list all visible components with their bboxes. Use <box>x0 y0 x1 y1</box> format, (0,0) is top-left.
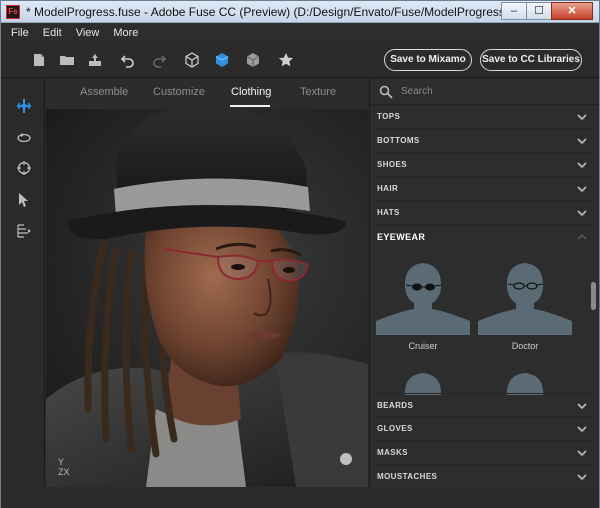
panel-scrollbar[interactable] <box>590 242 598 402</box>
wireframe-cube-icon[interactable] <box>182 50 202 70</box>
eyewear-label-cruiser: Cruiser <box>408 341 438 351</box>
category-beards[interactable]: BEARDS <box>370 393 592 417</box>
category-moustaches[interactable]: MOUSTACHES <box>370 465 592 487</box>
category-bottoms[interactable]: BOTTOMS <box>370 129 592 153</box>
category-label: GLOVES <box>377 424 413 433</box>
maximize-button[interactable]: ☐ <box>526 2 552 20</box>
search-input[interactable] <box>401 86 581 97</box>
chevron-down-icon <box>577 114 587 121</box>
3d-viewport[interactable]: Y ZX <box>46 109 368 487</box>
menu-view[interactable]: View <box>69 27 107 39</box>
bust-silhouette <box>376 263 470 335</box>
category-hats[interactable]: HATS <box>370 201 592 225</box>
textured-cube-icon[interactable] <box>243 50 263 70</box>
axis-zx-label: ZX <box>58 467 70 477</box>
tab-assemble[interactable]: Assemble <box>80 86 128 98</box>
open-folder-icon[interactable] <box>57 50 77 70</box>
category-label: EYEWEAR <box>377 232 426 242</box>
status-strip <box>1 487 599 508</box>
search-bar <box>370 79 599 105</box>
title-bar: Fs * ModelProgress.fuse - Adobe Fuse CC … <box>1 1 599 23</box>
chevron-down-icon <box>577 162 587 169</box>
category-label: HATS <box>377 208 400 217</box>
star-icon[interactable] <box>276 50 296 70</box>
axis-y-label: Y <box>58 457 65 467</box>
export-icon[interactable] <box>85 50 105 70</box>
solid-cube-icon[interactable] <box>212 50 232 70</box>
mode-tabs: Assemble Customize Clothing Texture <box>46 79 368 109</box>
toolbar: Save to Mixamo Save to CC Libraries <box>1 42 599 78</box>
chevron-down-icon <box>577 474 587 481</box>
menu-edit[interactable]: Edit <box>36 27 69 39</box>
bust-silhouette <box>478 263 572 335</box>
character-model <box>46 109 368 487</box>
menu-bar: File Edit View More <box>1 23 599 42</box>
eyewear-thumb-cruiser[interactable] <box>376 259 470 335</box>
save-to-cc-libraries-button[interactable]: Save to CC Libraries <box>480 49 582 71</box>
menu-file[interactable]: File <box>1 27 36 39</box>
clothing-panel: TOPS BOTTOMS SHOES HAIR HATS EYEWEAR <box>369 79 599 487</box>
category-label: SHOES <box>377 160 408 169</box>
move-tool-icon[interactable] <box>15 97 33 115</box>
category-label: BEARDS <box>377 400 414 410</box>
bust-silhouette <box>506 373 544 395</box>
new-file-icon[interactable] <box>29 50 49 70</box>
eyewear-thumb-partial[interactable] <box>376 373 470 395</box>
chevron-down-icon <box>577 210 587 217</box>
category-label: HAIR <box>377 184 399 193</box>
category-label: MASKS <box>377 448 408 457</box>
axis-gizmo: Y ZX <box>58 457 70 477</box>
category-gloves[interactable]: GLOVES <box>370 417 592 441</box>
bust-silhouette <box>404 373 442 395</box>
tab-clothing[interactable]: Clothing <box>231 86 271 98</box>
category-label: MOUSTACHES <box>377 472 438 481</box>
minimize-button[interactable]: – <box>501 2 527 20</box>
chevron-down-icon <box>577 426 587 433</box>
active-tab-indicator <box>230 105 270 107</box>
tab-customize[interactable]: Customize <box>153 86 205 98</box>
save-to-mixamo-button[interactable]: Save to Mixamo <box>384 49 472 71</box>
category-tops[interactable]: TOPS <box>370 105 592 129</box>
app-window: Fs * ModelProgress.fuse - Adobe Fuse CC … <box>0 0 600 508</box>
undo-icon[interactable] <box>118 50 138 70</box>
eyewear-thumb-doctor[interactable] <box>478 259 572 335</box>
category-masks[interactable]: MASKS <box>370 441 592 465</box>
tool-rail <box>1 79 45 487</box>
window-controls: – ☐ ✕ <box>501 2 593 20</box>
category-shoes[interactable]: SHOES <box>370 153 592 177</box>
chevron-down-icon <box>577 186 587 193</box>
category-eyewear[interactable]: EYEWEAR <box>370 225 592 249</box>
target-tool-icon[interactable] <box>15 159 33 177</box>
chevron-down-icon <box>577 450 587 457</box>
transform-tool-icon[interactable] <box>15 222 33 240</box>
eyewear-label-doctor: Doctor <box>511 341 539 351</box>
chevron-down-icon <box>577 403 587 410</box>
select-arrow-icon[interactable] <box>15 191 33 209</box>
tab-texture[interactable]: Texture <box>300 86 336 98</box>
scrollbar-thumb[interactable] <box>591 282 596 310</box>
category-label: BOTTOMS <box>377 136 420 145</box>
menu-more[interactable]: More <box>106 27 145 39</box>
orbit-tool-icon[interactable] <box>15 129 33 147</box>
redo-icon[interactable] <box>149 50 169 70</box>
close-button[interactable]: ✕ <box>551 2 593 20</box>
chevron-up-icon <box>577 233 587 240</box>
fuse-app-icon: Fs <box>6 4 20 19</box>
category-label: TOPS <box>377 112 401 121</box>
eyewear-thumb-partial[interactable] <box>478 373 572 395</box>
window-title: * ModelProgress.fuse - Adobe Fuse CC (Pr… <box>26 4 535 19</box>
category-hair[interactable]: HAIR <box>370 177 592 201</box>
chevron-down-icon <box>577 138 587 145</box>
search-icon <box>379 85 393 99</box>
